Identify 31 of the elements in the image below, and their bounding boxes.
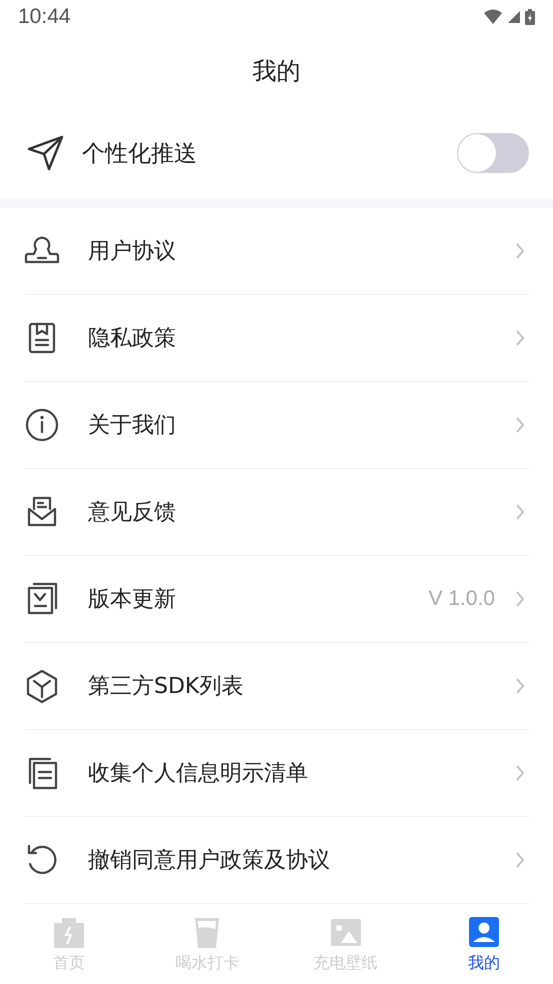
tab-item[interactable]: 我的 [414, 916, 553, 984]
wifi-icon [483, 9, 503, 25]
send-icon [26, 133, 66, 173]
info-icon [24, 407, 60, 443]
chevron-icon [515, 329, 525, 347]
chevron-icon [515, 590, 525, 608]
signal-icon [507, 10, 521, 24]
chevron-icon [515, 416, 525, 434]
chevron-icon [515, 242, 525, 260]
menu-item[interactable]: 关于我们 [24, 382, 529, 469]
chevron-icon [515, 764, 525, 782]
clock-time: 10:44 [18, 5, 71, 29]
menu-item[interactable]: 意见反馈 [24, 469, 529, 556]
menu-item[interactable]: 用户协议 [24, 208, 529, 295]
menu-item[interactable]: 第三方SDK列表 [24, 643, 529, 730]
toolbox-icon [53, 916, 86, 949]
chevron-icon [515, 851, 525, 869]
menu-item[interactable]: 收集个人信息明示清单 [24, 730, 529, 817]
menu-item[interactable]: 版本更新 V 1.0.0 [24, 556, 529, 643]
toggle-switch[interactable] [457, 133, 529, 173]
cube-icon [24, 668, 60, 704]
chevron-icon [515, 503, 525, 521]
menu-item[interactable]: 隐私政策 [24, 295, 529, 382]
page-title: 我的 [252, 56, 302, 87]
version-text: V 1.0.0 [428, 587, 495, 611]
image-icon [330, 916, 362, 949]
profile-icon [468, 916, 500, 949]
battery-icon [525, 9, 535, 25]
menu-item[interactable]: 撤销同意用户政策及协议 [24, 817, 529, 904]
chevron-icon [515, 677, 525, 695]
setting-label: 个性化推送 [82, 140, 198, 168]
